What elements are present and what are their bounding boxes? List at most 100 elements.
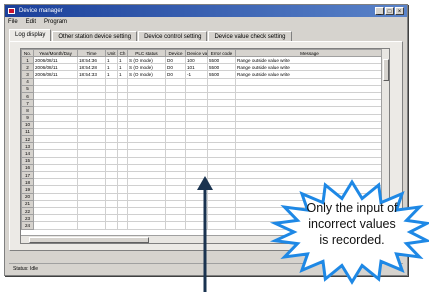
callout-text: Only the input of incorrect values is re… xyxy=(296,200,408,248)
table-cell xyxy=(207,185,236,194)
table-row[interactable]: 8 xyxy=(21,106,384,115)
table-cell xyxy=(185,142,208,151)
table-row[interactable]: 9 xyxy=(21,113,384,122)
table-row[interactable]: 4 xyxy=(21,77,384,86)
table-row[interactable]: 16 xyxy=(21,163,384,173)
table-cell xyxy=(165,149,186,158)
table-row[interactable]: 1 2006/08/11 18:54:36 1 1 S (O mode) D0 100 5500… xyxy=(21,55,384,65)
row-number-cell: 9 xyxy=(21,113,34,122)
table-cell xyxy=(105,99,118,108)
table-cell xyxy=(185,170,208,180)
table-row[interactable]: 11 xyxy=(21,127,384,137)
table-cell xyxy=(117,127,128,137)
table-cell xyxy=(235,156,384,165)
table-row[interactable]: 15 xyxy=(21,156,384,165)
app-icon xyxy=(8,8,15,14)
menu-edit[interactable]: Edit xyxy=(26,17,36,27)
table-row[interactable]: 6 xyxy=(21,91,384,101)
column-header[interactable]: Error code xyxy=(207,49,236,57)
table-cell xyxy=(235,84,384,93)
row-number-cell: 15 xyxy=(21,156,34,165)
table-row[interactable]: 13 xyxy=(21,142,384,151)
column-header[interactable]: Time xyxy=(77,49,106,57)
table-row[interactable]: 3 2006/08/11 18:54:33 1 1 S (O mode) D0 -1 5500 R… xyxy=(21,70,384,79)
table-cell xyxy=(105,135,118,144)
table-cell xyxy=(105,163,118,173)
table-row[interactable]: 17 xyxy=(21,170,384,180)
column-header[interactable]: Message xyxy=(235,49,384,57)
menu-bar: File Edit Program xyxy=(5,17,407,27)
minimize-button[interactable]: _ xyxy=(375,7,384,15)
table-cell: Range outside value write xyxy=(235,70,384,79)
table-cell xyxy=(33,156,78,165)
table-cell: 1 xyxy=(105,63,118,72)
table-row[interactable]: 18 xyxy=(21,178,384,187)
table-cell xyxy=(105,206,118,216)
table-cell xyxy=(207,178,236,187)
tab-device-value-check-setting[interactable]: Device value check setting xyxy=(208,31,292,41)
table-cell xyxy=(77,221,106,230)
column-header[interactable]: Ch xyxy=(117,49,128,57)
table-cell xyxy=(33,135,78,144)
table-cell xyxy=(77,178,106,187)
table-cell xyxy=(117,163,128,173)
status-bar: Status: Idle xyxy=(9,263,403,273)
callout-line-1: Only the input of xyxy=(306,201,398,215)
row-number-cell: 5 xyxy=(21,84,34,93)
table-cell: 1 xyxy=(105,70,118,79)
table-cell xyxy=(105,127,118,137)
table-cell xyxy=(207,149,236,158)
table-cell: 1 xyxy=(105,55,118,65)
table-row[interactable]: 7 xyxy=(21,99,384,108)
column-header[interactable]: Year/Month/Day xyxy=(33,49,78,57)
vertical-scroll-thumb[interactable] xyxy=(383,59,389,81)
horizontal-scroll-thumb[interactable] xyxy=(29,237,149,243)
table-cell xyxy=(185,135,208,144)
column-header[interactable]: Unit xyxy=(105,49,118,57)
table-cell xyxy=(165,91,186,101)
table-row[interactable]: 2 2006/08/11 18:54:28 1 1 S (O mode) D0 101 5500… xyxy=(21,63,384,72)
table-row[interactable]: 10 xyxy=(21,120,384,129)
column-header[interactable]: No. xyxy=(21,49,34,57)
table-cell xyxy=(207,99,236,108)
table-cell xyxy=(33,149,78,158)
row-number-cell: 17 xyxy=(21,170,34,180)
tab-other-station-device-setting[interactable]: Other station device setting xyxy=(52,31,138,41)
close-button[interactable]: × xyxy=(395,7,404,15)
table-cell xyxy=(77,120,106,129)
table-cell xyxy=(165,156,186,165)
table-cell xyxy=(185,178,208,187)
column-header[interactable]: Device xyxy=(165,49,186,57)
table-cell xyxy=(235,135,384,144)
table-row[interactable]: 14 xyxy=(21,149,384,158)
table-cell xyxy=(207,156,236,165)
tab-device-control-setting[interactable]: Device control setting xyxy=(138,31,208,41)
maximize-button[interactable]: □ xyxy=(385,7,394,15)
table-cell xyxy=(127,178,166,187)
menu-program[interactable]: Program xyxy=(44,17,67,27)
column-header[interactable]: PLC status xyxy=(127,49,166,57)
table-cell xyxy=(235,142,384,151)
table-row[interactable]: 12 xyxy=(21,135,384,144)
menu-file[interactable]: File xyxy=(8,17,18,27)
table-cell xyxy=(207,199,236,208)
row-number-cell: 13 xyxy=(21,142,34,151)
table-row[interactable]: 5 xyxy=(21,84,384,93)
tab-log-display[interactable]: Log display xyxy=(9,29,52,41)
table-header-row: No. Year/Month/Day Time Unit Ch PLC status Dev… xyxy=(21,49,384,57)
table-cell xyxy=(165,135,186,144)
title-bar: Device manager _ □ × xyxy=(5,5,407,17)
table-cell xyxy=(127,170,166,180)
row-number-cell: 23 xyxy=(21,214,34,223)
table-cell xyxy=(117,120,128,129)
table-cell xyxy=(127,120,166,129)
table-cell xyxy=(127,185,166,194)
column-header[interactable]: Device value xyxy=(185,49,208,57)
table-cell xyxy=(127,91,166,101)
table-cell: 18:54:28 xyxy=(77,63,106,72)
table-cell xyxy=(33,77,78,86)
table-cell xyxy=(235,77,384,86)
table-row[interactable]: 19 xyxy=(21,185,384,194)
table-cell xyxy=(33,199,78,208)
table-cell: 18:54:36 xyxy=(77,55,106,65)
